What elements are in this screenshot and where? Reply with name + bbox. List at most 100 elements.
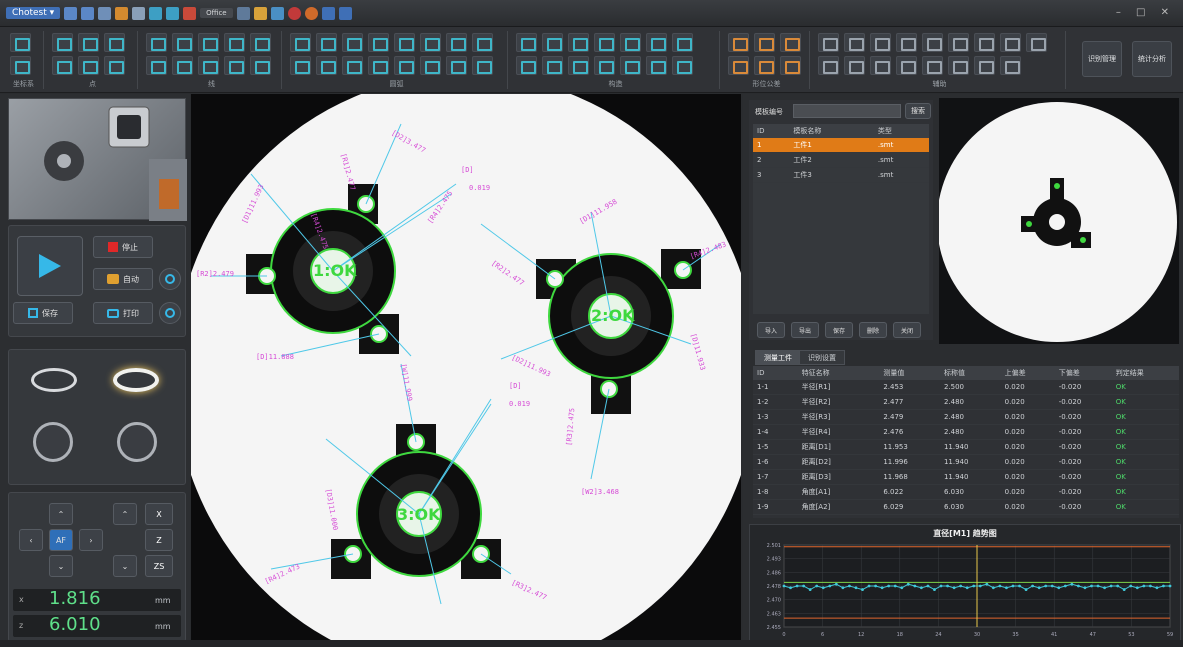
construct-tool-icon[interactable] [516, 56, 537, 75]
circle-tool-icon[interactable] [446, 33, 467, 52]
template-save-button[interactable]: 保存 [825, 322, 853, 338]
new-file-icon[interactable] [64, 6, 78, 20]
help-icon[interactable] [338, 6, 352, 20]
move-down-button[interactable]: ⌄ [49, 555, 73, 577]
tolerance-tool-icon[interactable] [728, 56, 749, 75]
auto-button[interactable]: 自动 [93, 268, 153, 290]
auxiliary-tool-icon[interactable] [844, 33, 865, 52]
table-row[interactable]: 1-3 半径[R3] 2.479 2.480 0.020 -0.020 OK [753, 409, 1179, 425]
point-tool-icon[interactable] [78, 33, 99, 52]
line-tool-icon[interactable] [224, 56, 245, 75]
tolerance-tool-icon[interactable] [728, 33, 749, 52]
z-up-button[interactable]: ⌃ [113, 503, 137, 525]
construct-tool-icon[interactable] [672, 33, 693, 52]
auxiliary-tool-icon[interactable] [948, 56, 969, 75]
table-row[interactable]: 2 工件2 .smt [753, 152, 929, 168]
template-code-input[interactable] [793, 104, 901, 118]
construct-tool-icon[interactable] [568, 56, 589, 75]
point-tool-icon[interactable] [104, 33, 125, 52]
app-menu-button[interactable]: Chotest ▾ [6, 7, 61, 19]
run-button[interactable] [17, 236, 83, 296]
construct-tool-icon[interactable] [516, 33, 537, 52]
auxiliary-tool-icon[interactable] [1000, 56, 1021, 75]
move-left-button[interactable]: ‹ [19, 529, 43, 551]
style-selector[interactable]: Office [200, 8, 233, 18]
circle-tool-icon[interactable] [472, 33, 493, 52]
column-header[interactable]: 特征名称 [797, 366, 880, 380]
camera-icon[interactable] [236, 6, 250, 20]
trend-chart[interactable]: 2.501 2.493 2.486 2.478 2.470 2.463 2.4550 6 12 1… [750, 539, 1182, 641]
column-header[interactable]: 类型 [873, 124, 929, 138]
column-header[interactable]: 上偏差 [1000, 366, 1055, 380]
line-tool-icon[interactable] [172, 56, 193, 75]
arc-tool-icon[interactable] [316, 56, 337, 75]
export-icon[interactable] [115, 6, 129, 20]
point-tool-icon[interactable] [78, 56, 99, 75]
recognition-manage-button[interactable]: 识别管理 [1082, 41, 1122, 77]
column-header[interactable]: 模板名称 [789, 124, 874, 138]
point-tool-icon[interactable] [104, 56, 125, 75]
auxiliary-tool-icon[interactable] [974, 33, 995, 52]
arc-tool-icon[interactable] [342, 33, 363, 52]
open-file-icon[interactable] [81, 6, 95, 20]
auxiliary-tool-icon[interactable] [948, 33, 969, 52]
column-header[interactable]: 测量值 [879, 366, 940, 380]
table-row[interactable]: 1-8 角度[A1] 6.022 6.030 0.020 -0.020 OK [753, 484, 1179, 500]
reset-button[interactable] [159, 268, 181, 290]
circle-tool-icon[interactable] [446, 56, 467, 75]
export-button[interactable]: 导出 [791, 322, 819, 338]
save-file-icon[interactable] [98, 6, 112, 20]
options-button[interactable] [159, 302, 181, 324]
tolerance-tool-icon[interactable] [780, 56, 801, 75]
line-tool-icon[interactable] [224, 33, 245, 52]
table-row[interactable]: 1-1 半径[R1] 2.453 2.500 0.020 -0.020 OK [753, 380, 1179, 395]
construct-tool-icon[interactable] [542, 56, 563, 75]
line-tool-icon[interactable] [198, 56, 219, 75]
zs-home-button[interactable]: ZS [145, 555, 173, 577]
info-icon[interactable] [321, 6, 335, 20]
settings-icon[interactable] [304, 6, 318, 20]
auxiliary-tool-icon[interactable] [974, 56, 995, 75]
column-header[interactable]: ID [753, 366, 798, 380]
column-header[interactable]: ID [753, 124, 790, 138]
tab-measure-part[interactable]: 测量工件 [755, 350, 801, 365]
circle-tool-icon[interactable] [394, 33, 415, 52]
auxiliary-tool-icon[interactable] [818, 33, 839, 52]
auxiliary-tool-icon[interactable] [1026, 33, 1047, 52]
circle-tool-icon[interactable] [472, 56, 493, 75]
table-row[interactable]: 1-10角度[A10]6.0596.0300.020-0.020OK [753, 514, 1179, 518]
auxiliary-tool-icon[interactable] [922, 33, 943, 52]
tolerance-tool-icon[interactable] [754, 33, 775, 52]
construct-tool-icon[interactable] [620, 33, 641, 52]
table-row[interactable]: 1-9 角度[A2] 6.029 6.030 0.020 -0.020 OK [753, 499, 1179, 515]
template-delete-button[interactable]: 删除 [859, 322, 887, 338]
column-header[interactable]: 判定结果 [1111, 366, 1179, 380]
save-button[interactable]: 保存 [13, 302, 73, 324]
column-header[interactable]: 标称值 [939, 366, 1001, 380]
z-down-button[interactable]: ⌄ [113, 555, 137, 577]
tab-recognition-settings[interactable]: 识别设置 [799, 350, 845, 365]
column-header[interactable]: 下偏差 [1054, 366, 1112, 380]
circle-tool-icon[interactable] [368, 56, 389, 75]
window-controls[interactable]: – □ ✕ [1116, 7, 1175, 18]
construct-tool-icon[interactable] [568, 33, 589, 52]
arc-tool-icon[interactable] [290, 56, 311, 75]
stop-button[interactable]: 停止 [93, 236, 153, 258]
delete-icon[interactable] [183, 6, 197, 20]
import-button[interactable]: 导入 [757, 322, 785, 338]
ring-light-on-icon[interactable] [113, 368, 159, 392]
table-row[interactable]: 1 工件1 .smt [753, 138, 929, 153]
auxiliary-tool-icon[interactable] [896, 56, 917, 75]
template-search-button[interactable]: 搜索 [905, 103, 931, 119]
coordinate-rotate-icon[interactable] [10, 56, 31, 75]
template-close-button[interactable]: 关闭 [893, 322, 921, 338]
table-row[interactable]: 3 工件3 .smt [753, 167, 929, 183]
tolerance-tool-icon[interactable] [780, 33, 801, 52]
circle-tool-icon[interactable] [420, 33, 441, 52]
coordinate-origin-icon[interactable] [10, 33, 31, 52]
auxiliary-tool-icon[interactable] [844, 56, 865, 75]
construct-tool-icon[interactable] [594, 33, 615, 52]
circle-tool-icon[interactable] [394, 56, 415, 75]
point-tool-icon[interactable] [52, 33, 73, 52]
construct-tool-icon[interactable] [594, 56, 615, 75]
